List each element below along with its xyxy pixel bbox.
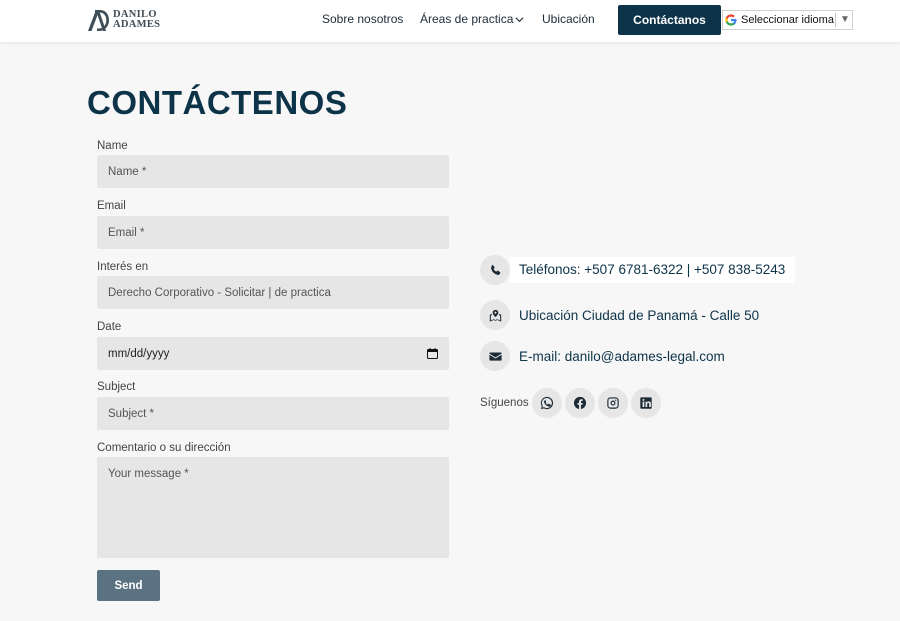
site-header: DANILO ADAMES Sobre nosotros Áreas de pr… bbox=[0, 0, 900, 42]
logo-mark-icon bbox=[88, 10, 109, 31]
send-button[interactable]: Send bbox=[97, 570, 160, 601]
email-label: Email bbox=[97, 200, 126, 212]
subject-input[interactable]: Subject * bbox=[97, 397, 449, 430]
subject-label: Subject bbox=[97, 381, 136, 393]
interest-select[interactable]: Derecho Corporativo - Solicitar | de pra… bbox=[97, 276, 449, 309]
page-title: CONTÁCTENOS bbox=[87, 84, 348, 121]
language-selector-label: Seleccionar idioma bbox=[741, 14, 834, 26]
language-divider bbox=[835, 13, 836, 27]
logo-text: DANILO ADAMES bbox=[113, 9, 161, 30]
chevron-down-icon bbox=[515, 17, 524, 23]
facebook-icon[interactable] bbox=[564, 388, 595, 418]
phone-icon bbox=[480, 255, 510, 285]
dropdown-arrow-icon: ▼ bbox=[840, 14, 850, 25]
google-icon bbox=[725, 14, 737, 26]
comment-label: Comentario o su dirección bbox=[97, 442, 231, 454]
whatsapp-icon[interactable] bbox=[531, 388, 562, 418]
comment-textarea[interactable]: Your message * bbox=[97, 457, 449, 558]
map-location-icon bbox=[480, 300, 510, 330]
nav-areas-de-practica[interactable]: Áreas de practica bbox=[420, 12, 524, 26]
name-input[interactable]: Name * bbox=[97, 155, 449, 188]
email-text[interactable]: E-mail: danilo@adames-legal.com bbox=[519, 349, 725, 364]
phone-text: Teléfonos: +507 6781-6322 | +507 838-524… bbox=[519, 262, 786, 277]
interest-label: Interés en bbox=[97, 261, 149, 273]
nav-ubicacion[interactable]: Ubicación bbox=[542, 12, 595, 26]
phone-row: Teléfonos: +507 6781-6322 | +507 838-524… bbox=[480, 255, 796, 285]
email-row: E-mail: danilo@adames-legal.com bbox=[480, 341, 725, 371]
date-placeholder: mm/dd/yyyy bbox=[108, 347, 170, 360]
email-input[interactable]: Email * bbox=[97, 216, 449, 249]
social-links: Síguenos bbox=[480, 388, 664, 418]
name-label: Name bbox=[97, 140, 128, 152]
calendar-icon[interactable] bbox=[427, 348, 438, 359]
date-label: Date bbox=[97, 321, 122, 333]
nav-areas-label: Áreas de practica bbox=[420, 12, 514, 26]
location-row: Ubicación Ciudad de Panamá - Calle 50 bbox=[480, 300, 759, 330]
contactanos-button[interactable]: Contáctanos bbox=[618, 5, 721, 35]
location-text: Ubicación Ciudad de Panamá - Calle 50 bbox=[519, 307, 760, 323]
logo[interactable]: DANILO ADAMES bbox=[86, 7, 160, 33]
linkedin-icon[interactable] bbox=[630, 388, 661, 418]
language-selector[interactable]: Seleccionar idioma ▼ bbox=[722, 10, 853, 30]
follow-label: Síguenos bbox=[480, 397, 529, 409]
nav-sobre-nosotros[interactable]: Sobre nosotros bbox=[322, 12, 403, 26]
phone-text-box: Teléfonos: +507 6781-6322 | +507 838-524… bbox=[510, 257, 796, 283]
instagram-icon[interactable] bbox=[597, 388, 628, 418]
date-input[interactable]: mm/dd/yyyy bbox=[97, 337, 449, 370]
envelope-icon bbox=[480, 341, 510, 371]
logo-line-2: ADAMES bbox=[113, 19, 161, 30]
